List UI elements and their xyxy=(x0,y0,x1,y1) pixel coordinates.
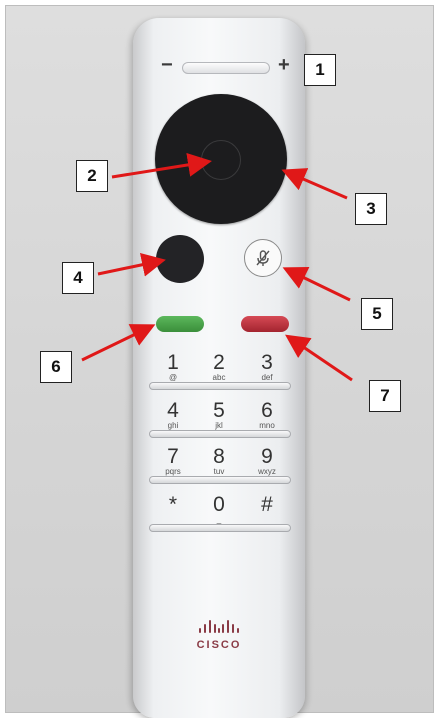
callout-3: 3 xyxy=(355,193,387,225)
callout-7: 7 xyxy=(369,380,401,412)
callout-4: 4 xyxy=(62,262,94,294)
arrow-5 xyxy=(282,267,351,302)
callout-2: 2 xyxy=(76,160,108,192)
arrow-6 xyxy=(81,324,156,362)
callout-5: 5 xyxy=(361,298,393,330)
arrow-4 xyxy=(97,252,166,277)
arrow-7 xyxy=(285,334,353,382)
callout-6: 6 xyxy=(40,351,72,383)
arrow-3 xyxy=(281,168,348,200)
arrow-2 xyxy=(111,152,212,179)
callout-1: 1 xyxy=(304,54,336,86)
